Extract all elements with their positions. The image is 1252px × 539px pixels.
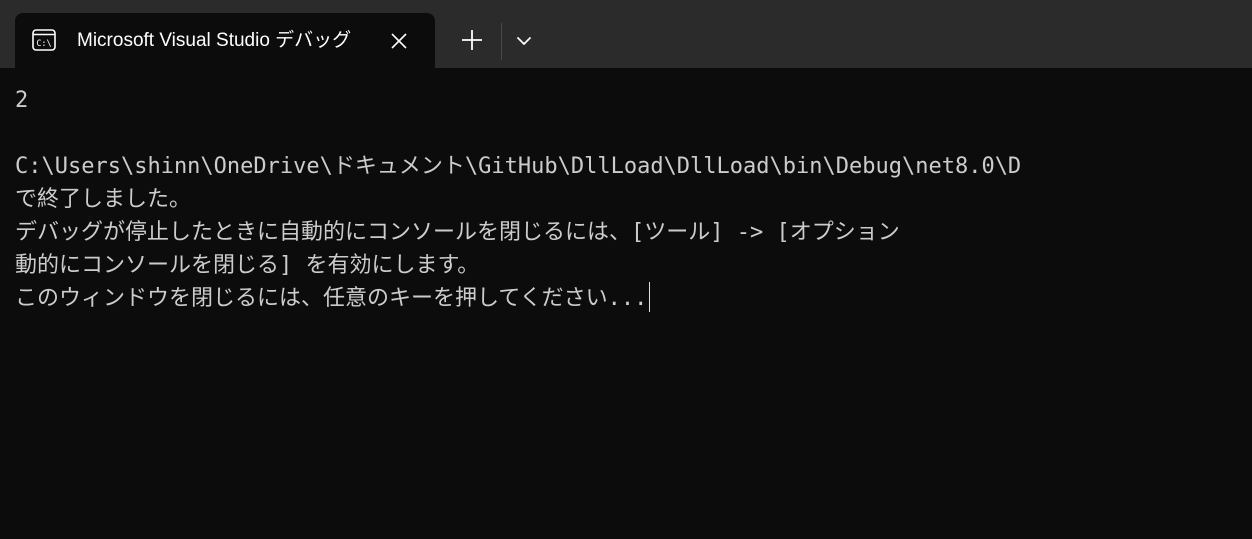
console-line: デバッグが停止したときに自動的にコンソールを閉じるには、[ツール] -> [オプ… xyxy=(15,220,900,245)
terminal-icon: C:\ xyxy=(32,29,56,51)
plus-icon[interactable] xyxy=(458,26,486,54)
tab-debug-console[interactable]: C:\ Microsoft Visual Studio デバッグ xyxy=(15,13,435,68)
tabbar-divider xyxy=(501,23,502,60)
console-line: 動的にコンソールを閉じる] を有効にします。 xyxy=(15,253,480,278)
console-output[interactable]: 2 C:\Users\shinn\OneDrive\ドキュメント\GitHub\… xyxy=(15,84,1252,539)
console-line: で終了しました。 xyxy=(15,187,192,212)
chevron-down-icon[interactable] xyxy=(511,28,537,54)
text-cursor xyxy=(649,282,651,312)
console-prompt-text: このウィンドウを閉じるには、任意のキーを押してください... xyxy=(15,286,648,311)
tab-title: Microsoft Visual Studio デバッグ xyxy=(77,30,352,51)
console-line: C:\Users\shinn\OneDrive\ドキュメント\GitHub\Dl… xyxy=(15,154,1022,179)
close-icon[interactable] xyxy=(387,29,411,53)
tab-bar: C:\ Microsoft Visual Studio デバッグ xyxy=(0,0,1252,68)
svg-text:C:\: C:\ xyxy=(36,39,51,49)
console-line-prompt: このウィンドウを閉じるには、任意のキーを押してください... xyxy=(15,282,1252,315)
console-line: 2 xyxy=(15,88,29,113)
